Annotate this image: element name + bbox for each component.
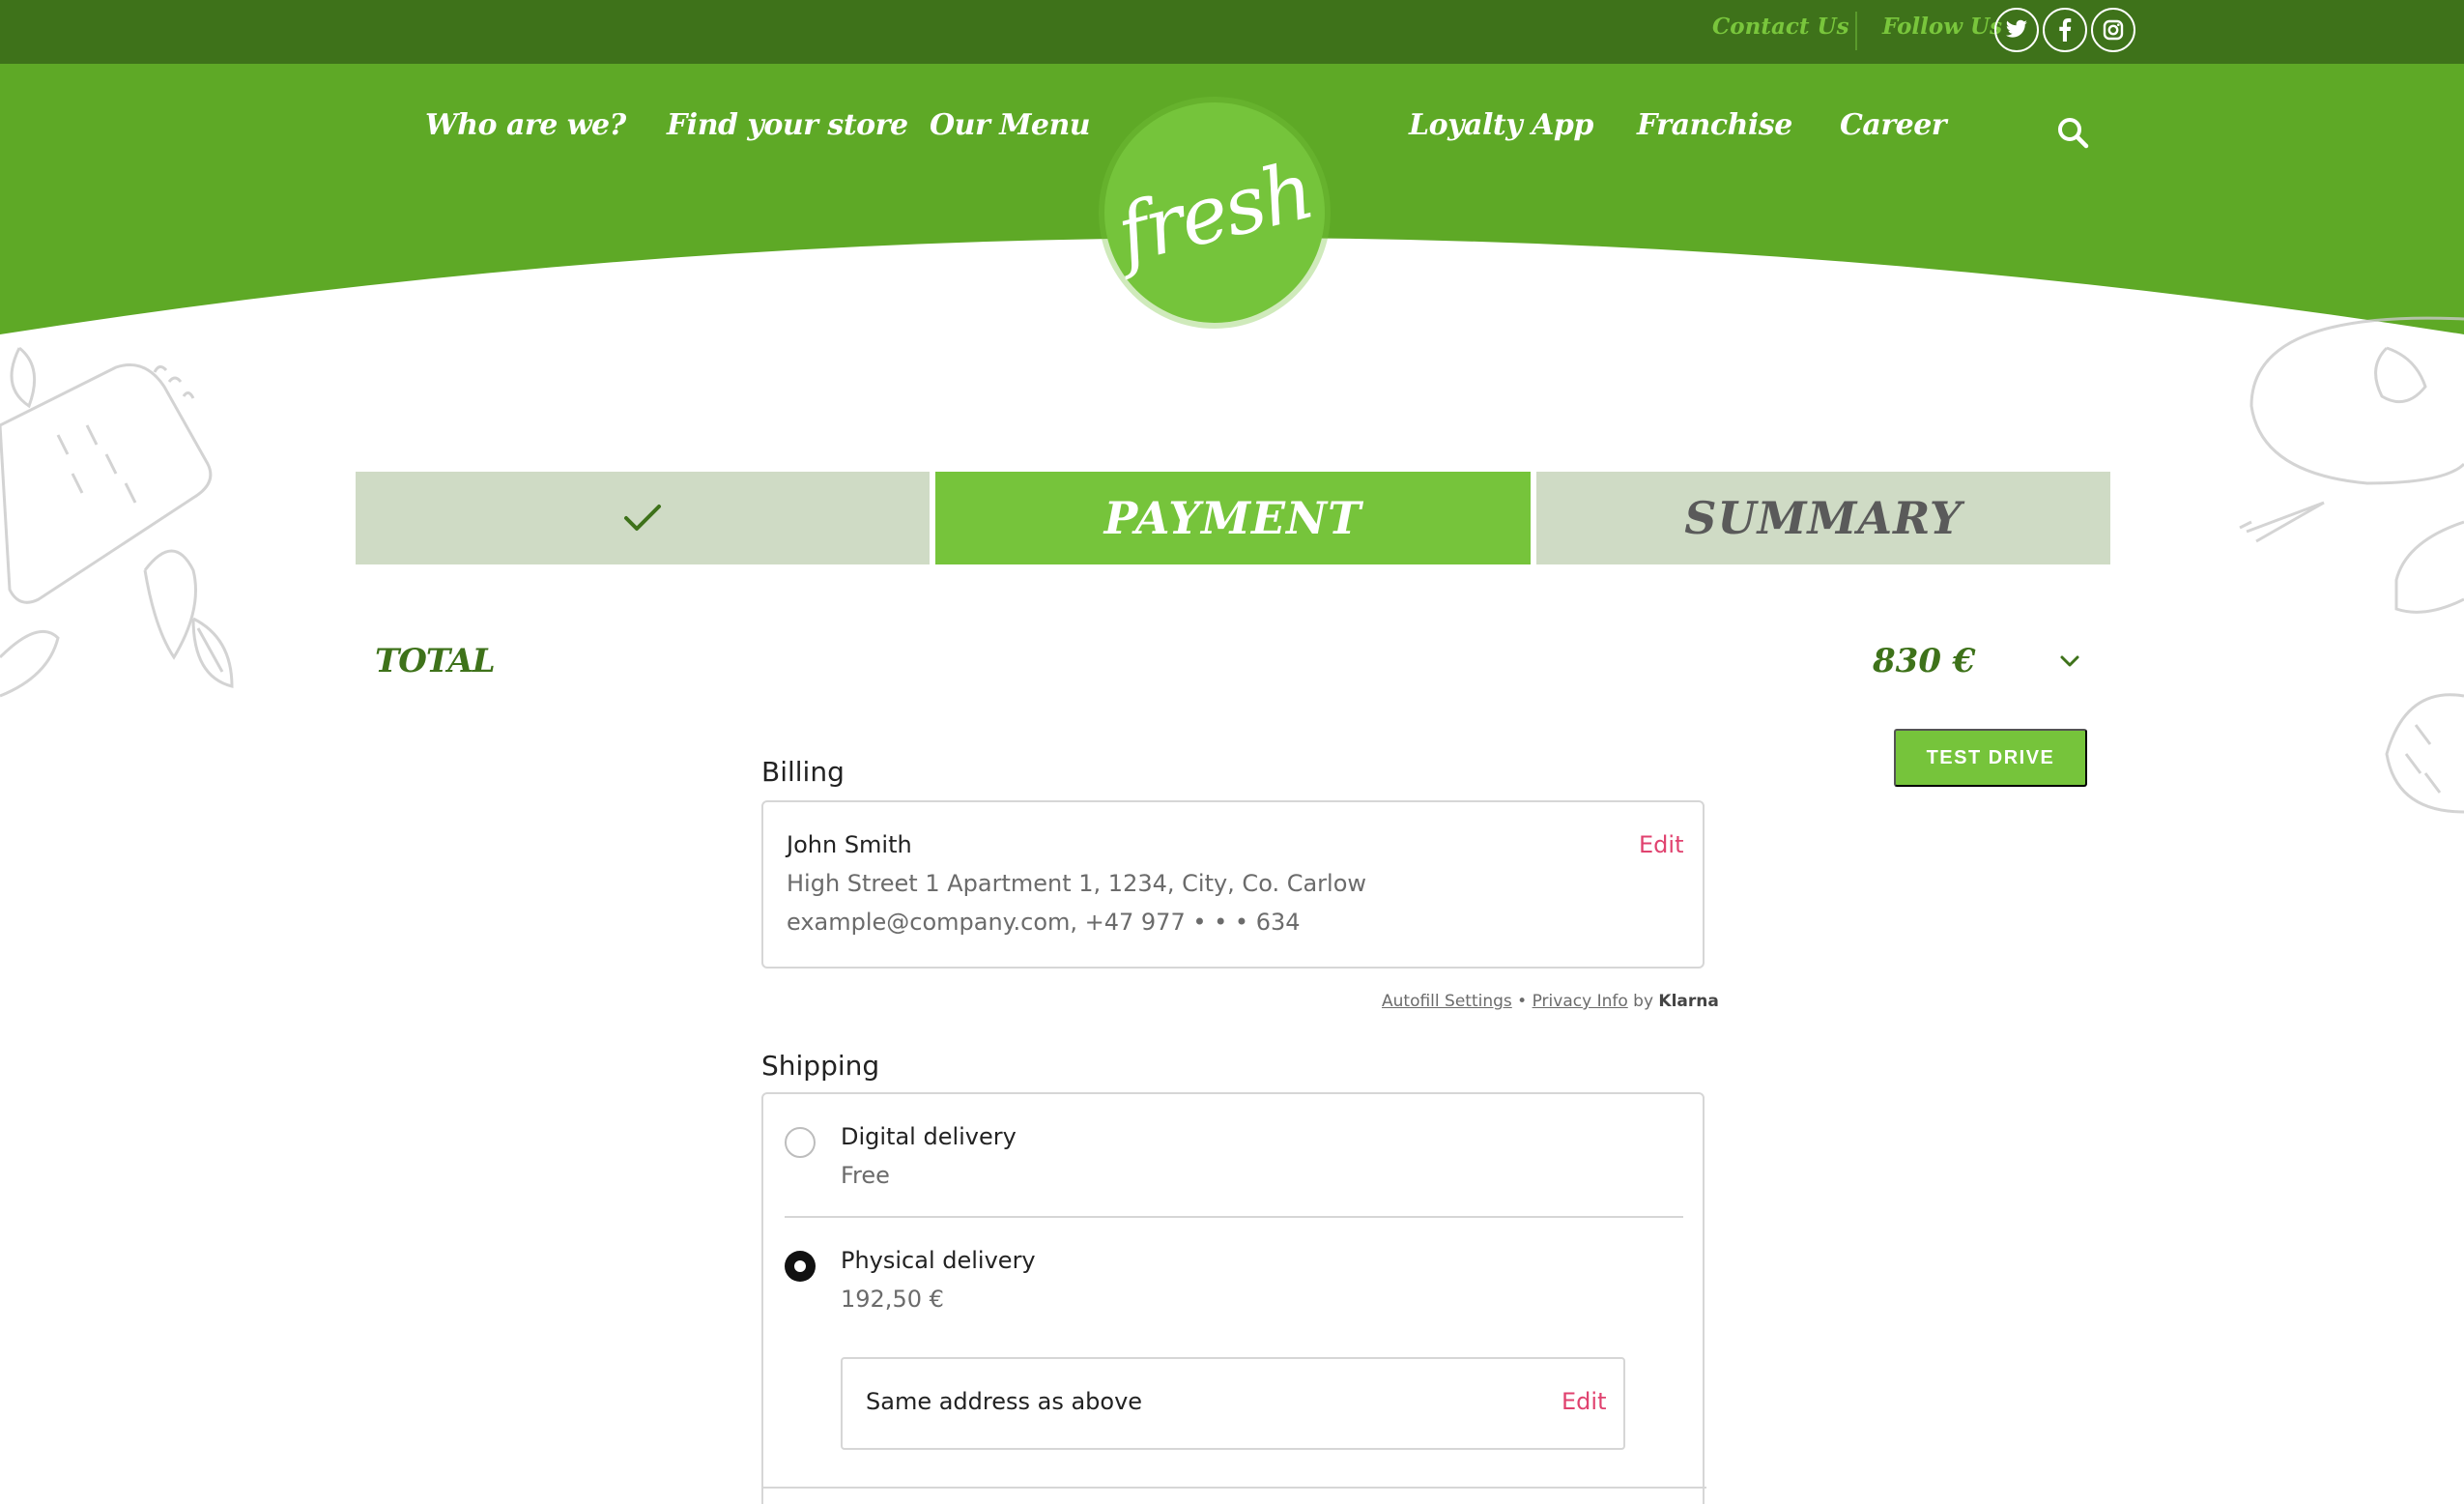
billing-card: John Smith High Street 1 Apartment 1, 12… — [761, 800, 1705, 969]
step-summary-label: SUMMARY — [1684, 492, 1963, 544]
chevron-down-icon[interactable] — [2058, 650, 2081, 673]
autofill-by: by — [1627, 992, 1659, 1011]
nav-find-your-store[interactable]: Find your store — [667, 108, 908, 142]
nav-career[interactable]: Career — [1840, 108, 1947, 142]
test-drive-button[interactable]: TEST DRIVE — [1894, 729, 2087, 787]
step-payment-label: PAYMENT — [1103, 492, 1362, 544]
nav-who-are-we[interactable]: Who are we? — [425, 108, 626, 142]
nav-franchise[interactable]: Franchise — [1637, 108, 1792, 142]
physical-delivery-title: Physical delivery — [841, 1247, 1036, 1274]
digital-delivery-price: Free — [841, 1162, 890, 1189]
contact-us-link[interactable]: Contact Us — [1712, 14, 1849, 40]
shipping-address-card: Same address as above Edit — [841, 1357, 1625, 1450]
autofill-footer: Autofill Settings • Privacy Info by Klar… — [1382, 992, 1719, 1011]
search-icon[interactable] — [2056, 116, 2089, 149]
step-completed[interactable] — [356, 472, 930, 564]
step-payment[interactable]: PAYMENT — [935, 472, 1531, 564]
billing-name: John Smith — [787, 831, 912, 858]
follow-us-label: Follow Us — [1882, 14, 2003, 40]
instagram-icon[interactable] — [2091, 8, 2135, 52]
step-summary[interactable]: SUMMARY — [1536, 472, 2110, 564]
billing-title: Billing — [761, 756, 845, 788]
checkmark-icon — [624, 505, 661, 531]
facebook-icon[interactable] — [2043, 8, 2087, 52]
shipping-address-label: Same address as above — [866, 1388, 1143, 1415]
nav-loyalty-app[interactable]: Loyalty App — [1409, 108, 1593, 142]
autofill-separator: • — [1511, 992, 1533, 1011]
billing-edit-link[interactable]: Edit — [1639, 831, 1683, 858]
privacy-info-link[interactable]: Privacy Info — [1533, 992, 1628, 1011]
klarna-label: Klarna — [1658, 992, 1719, 1011]
shipping-card: Digital delivery Free Physical delivery … — [761, 1092, 1706, 1504]
billing-address: High Street 1 Apartment 1, 1234, City, C… — [787, 870, 1367, 897]
physical-delivery-radio[interactable] — [785, 1251, 816, 1282]
autofill-settings-link[interactable]: Autofill Settings — [1382, 992, 1512, 1011]
shipping-title: Shipping — [761, 1050, 880, 1082]
fresh-logo[interactable]: fresh — [1104, 102, 1325, 323]
total-label: TOTAL — [375, 642, 496, 680]
topbar-divider — [1855, 12, 1857, 50]
shipping-divider — [785, 1216, 1683, 1218]
digital-delivery-radio[interactable] — [785, 1127, 816, 1158]
shipping-bottom-divider — [763, 1487, 1706, 1489]
digital-delivery-title: Digital delivery — [841, 1123, 1017, 1150]
top-utility-bar: Contact Us Follow Us — [0, 0, 2464, 64]
twitter-icon[interactable] — [1994, 8, 2039, 52]
shipping-edit-link[interactable]: Edit — [1561, 1388, 1606, 1415]
total-value: 830 € — [1873, 642, 1976, 680]
logo-text: fresh — [1108, 144, 1321, 281]
nav-our-menu[interactable]: Our Menu — [930, 108, 1091, 142]
physical-delivery-price: 192,50 € — [841, 1286, 944, 1313]
billing-contact: example@company.com, +47 977 • • • 634 — [787, 909, 1301, 936]
